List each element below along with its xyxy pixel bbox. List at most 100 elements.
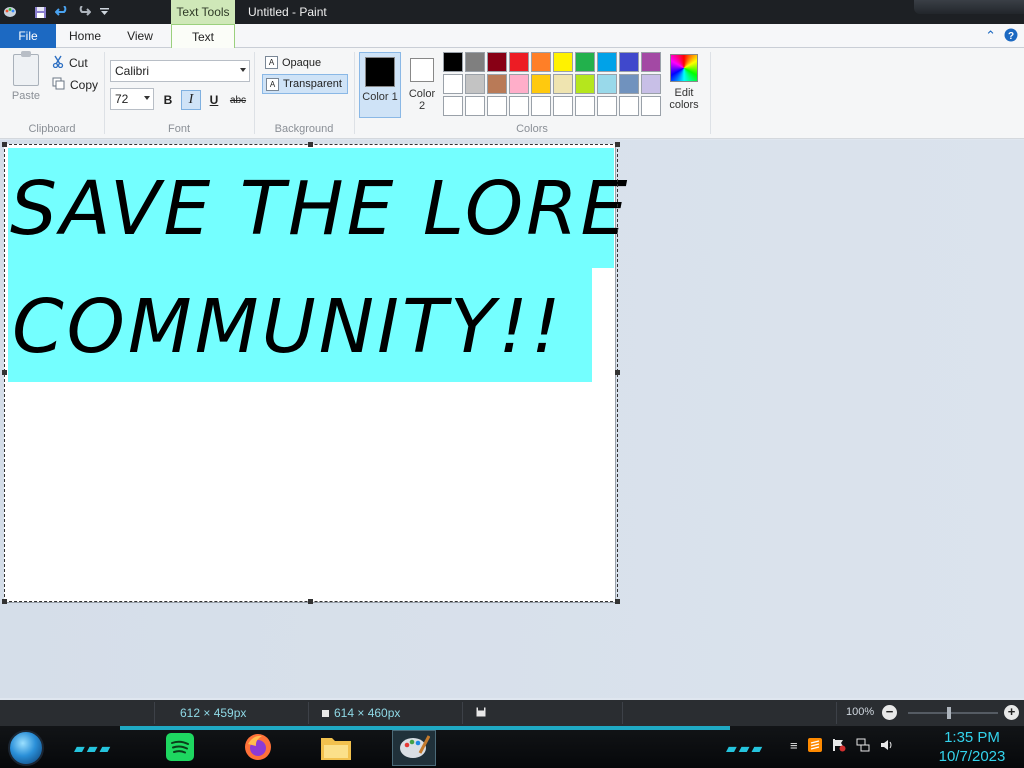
tab-text[interactable]: Text (171, 24, 235, 49)
cut-button[interactable]: Cut (52, 55, 88, 71)
window-controls[interactable] (914, 0, 1024, 14)
palette-swatch[interactable] (509, 96, 529, 116)
palette-swatch[interactable] (597, 52, 617, 72)
palette-swatch[interactable] (487, 52, 507, 72)
palette-swatch[interactable] (509, 74, 529, 94)
palette-swatch[interactable] (487, 96, 507, 116)
volume-icon[interactable] (880, 738, 894, 755)
paint-app-icon[interactable] (2, 4, 18, 20)
canvas-workspace[interactable]: SAVE THE LORE COMMUNITY!! (0, 140, 1024, 698)
color2-label: Color 2 (408, 88, 436, 112)
separator (154, 702, 155, 724)
palette-swatch[interactable] (531, 96, 551, 116)
palette-swatch[interactable] (641, 52, 661, 72)
color1-button[interactable]: Color 1 (359, 52, 401, 118)
start-button[interactable] (8, 730, 44, 766)
palette-swatch[interactable] (597, 74, 617, 94)
window-title: Untitled - Paint (248, 5, 327, 19)
palette-swatch[interactable] (619, 52, 639, 72)
palette-swatch[interactable] (531, 74, 551, 94)
zoom-slider-track[interactable] (908, 712, 998, 714)
firefox-icon (243, 732, 273, 765)
palette-swatch[interactable] (575, 96, 595, 116)
transparent-button[interactable]: A Transparent (262, 74, 348, 94)
undo-icon[interactable] (54, 4, 70, 20)
spotify-app-button[interactable] (158, 730, 202, 766)
palette-swatch[interactable] (553, 52, 573, 72)
font-family-value: Calibri (115, 64, 150, 78)
italic-button[interactable]: I (181, 90, 201, 110)
palette-swatch[interactable] (641, 96, 661, 116)
redo-icon[interactable] (76, 4, 92, 20)
taskbar-clock[interactable]: 1:35 PM 10/7/2023 (932, 728, 1012, 766)
palette-swatch[interactable] (443, 96, 463, 116)
transparent-icon: A (266, 77, 279, 91)
resize-handle[interactable] (2, 370, 7, 375)
scissors-icon (52, 55, 64, 71)
resize-handle[interactable] (308, 142, 313, 147)
palette-swatch[interactable] (597, 96, 617, 116)
color2-button[interactable]: Color 2 (405, 52, 439, 118)
palette-swatch[interactable] (465, 96, 485, 116)
palette-swatch[interactable] (553, 96, 573, 116)
palette-swatch[interactable] (531, 52, 551, 72)
palette-swatch[interactable] (619, 74, 639, 94)
save-icon[interactable] (32, 4, 48, 20)
edit-colors-button[interactable]: Edit colors (666, 54, 702, 111)
firefox-app-button[interactable] (236, 730, 280, 766)
palette-swatch[interactable] (619, 96, 639, 116)
resize-handle[interactable] (615, 599, 620, 604)
color1-label: Color 1 (362, 91, 398, 103)
separator (710, 52, 711, 134)
underline-button[interactable]: U (204, 90, 224, 110)
resize-handle[interactable] (615, 142, 620, 147)
palette-swatch[interactable] (443, 74, 463, 94)
help-icon[interactable]: ? (1004, 28, 1018, 45)
tab-file[interactable]: File (0, 24, 56, 48)
copy-button[interactable]: Copy (52, 77, 98, 93)
font-family-select[interactable]: Calibri (110, 60, 250, 82)
palette-swatch[interactable] (487, 74, 507, 94)
folder-icon (320, 733, 352, 764)
bold-button[interactable]: B (158, 90, 178, 110)
system-tray: ≡ (790, 738, 894, 755)
text-box-selection[interactable] (2, 142, 620, 604)
separator (308, 702, 309, 724)
selection-size: 612 × 459px (180, 706, 246, 720)
palette-swatch[interactable] (465, 74, 485, 94)
selection-size-value: 612 × 459px (180, 706, 247, 720)
palette-swatch[interactable] (509, 52, 529, 72)
resize-handle[interactable] (2, 599, 7, 604)
resize-handle[interactable] (615, 370, 620, 375)
svg-text:?: ? (1008, 31, 1014, 42)
palette-swatch[interactable] (575, 52, 595, 72)
file-explorer-app-button[interactable] (314, 730, 358, 766)
palette-swatch[interactable] (443, 52, 463, 72)
resize-handle[interactable] (2, 142, 7, 147)
paint-app-button[interactable] (392, 730, 436, 766)
font-group-label: Font (167, 123, 190, 135)
zoom-out-button[interactable]: − (882, 705, 897, 720)
zoom-slider-thumb[interactable] (947, 707, 951, 719)
tab-home[interactable]: Home (58, 24, 112, 48)
palette-swatch[interactable] (641, 74, 661, 94)
copy-icon (52, 77, 65, 93)
palette-swatch[interactable] (465, 52, 485, 72)
customize-quick-access-icon[interactable] (96, 4, 112, 20)
font-size-select[interactable]: 72 (110, 88, 154, 110)
palette-swatch[interactable] (553, 74, 573, 94)
color1-swatch (365, 57, 395, 87)
zoom-in-button[interactable]: + (1004, 705, 1019, 720)
show-hidden-icons-icon[interactable]: ≡ (790, 738, 798, 755)
opaque-button[interactable]: A Opaque (262, 54, 324, 71)
action-center-flag-icon[interactable] (832, 738, 846, 755)
resize-handle[interactable] (308, 599, 313, 604)
strikethrough-button[interactable]: abc (228, 90, 248, 110)
color-spectrum-icon (670, 54, 698, 82)
network-icon[interactable] (856, 738, 870, 755)
paste-button[interactable]: Paste (6, 51, 46, 110)
sublime-text-tray-icon[interactable] (807, 738, 822, 755)
palette-swatch[interactable] (575, 74, 595, 94)
tab-view[interactable]: View (114, 24, 166, 48)
minimize-ribbon-icon[interactable]: ⌃ (985, 28, 996, 45)
